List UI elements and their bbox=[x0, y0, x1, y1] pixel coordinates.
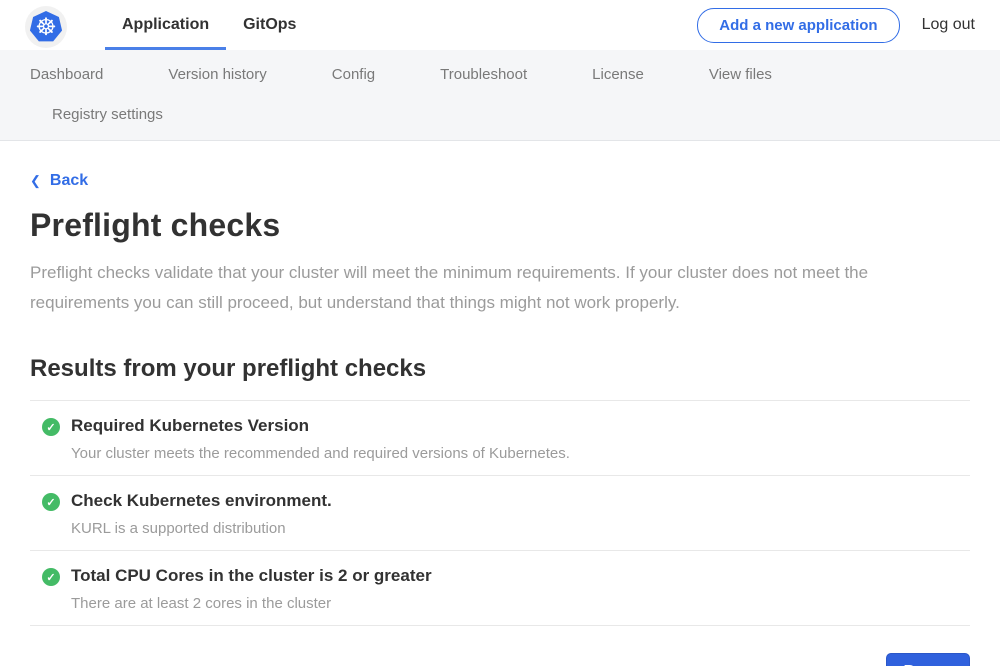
actions-row: Re-run bbox=[30, 653, 970, 666]
header-right: Add a new application Log out bbox=[697, 8, 975, 43]
helm-wheel-icon: ☸ bbox=[35, 16, 57, 40]
check-title: Total CPU Cores in the cluster is 2 or g… bbox=[71, 566, 432, 586]
chevron-left-icon: ❮ bbox=[30, 173, 41, 189]
check-description: There are at least 2 cores in the cluste… bbox=[71, 595, 432, 612]
subnav-item-registry-settings[interactable]: Registry settings bbox=[52, 106, 163, 123]
app-subnav: Dashboard Version history Config Trouble… bbox=[0, 50, 1000, 141]
back-label: Back bbox=[50, 172, 88, 190]
check-passed-icon: ✓ bbox=[42, 493, 60, 511]
page-description: Preflight checks validate that your clus… bbox=[30, 258, 965, 318]
subnav-item-troubleshoot[interactable]: Troubleshoot bbox=[440, 66, 527, 83]
app-header: ☸ Application GitOps Add a new applicati… bbox=[0, 0, 1000, 50]
check-description: KURL is a supported distribution bbox=[71, 520, 332, 537]
preflight-check-row: ✓ Required Kubernetes Version Your clust… bbox=[30, 401, 970, 475]
results-title: Results from your preflight checks bbox=[30, 355, 970, 383]
subnav-row-1: Dashboard Version history Config Trouble… bbox=[30, 54, 970, 94]
subnav-item-view-files[interactable]: View files bbox=[709, 66, 772, 83]
kubernetes-logo: ☸ bbox=[25, 6, 67, 48]
tab-gitops[interactable]: GitOps bbox=[226, 0, 313, 50]
add-new-application-button[interactable]: Add a new application bbox=[697, 8, 899, 43]
check-title: Required Kubernetes Version bbox=[71, 416, 570, 436]
preflight-page: ❮ Back Preflight checks Preflight checks… bbox=[0, 141, 1000, 666]
tab-application[interactable]: Application bbox=[105, 0, 226, 50]
subnav-item-dashboard[interactable]: Dashboard bbox=[30, 66, 103, 83]
preflight-check-row: ✓ Total CPU Cores in the cluster is 2 or… bbox=[30, 551, 970, 625]
check-passed-icon: ✓ bbox=[42, 568, 60, 586]
check-content: Total CPU Cores in the cluster is 2 or g… bbox=[71, 566, 432, 612]
subnav-item-config[interactable]: Config bbox=[332, 66, 375, 83]
header-tabs: Application GitOps bbox=[105, 0, 313, 50]
preflight-results-list: ✓ Required Kubernetes Version Your clust… bbox=[30, 400, 970, 626]
page-title: Preflight checks bbox=[30, 207, 970, 244]
subnav-item-version-history[interactable]: Version history bbox=[168, 66, 266, 83]
check-content: Check Kubernetes environment. KURL is a … bbox=[71, 491, 332, 537]
check-passed-icon: ✓ bbox=[42, 418, 60, 436]
kubernetes-heptagon: ☸ bbox=[30, 11, 63, 43]
subnav-row-2: Registry settings bbox=[30, 94, 970, 134]
subnav-item-license[interactable]: License bbox=[592, 66, 644, 83]
rerun-button[interactable]: Re-run bbox=[886, 653, 970, 666]
check-description: Your cluster meets the recommended and r… bbox=[71, 445, 570, 462]
divider bbox=[30, 625, 970, 626]
check-content: Required Kubernetes Version Your cluster… bbox=[71, 416, 570, 462]
back-link[interactable]: ❮ Back bbox=[30, 172, 88, 190]
check-title: Check Kubernetes environment. bbox=[71, 491, 332, 511]
preflight-check-row: ✓ Check Kubernetes environment. KURL is … bbox=[30, 476, 970, 550]
logout-link[interactable]: Log out bbox=[922, 16, 975, 34]
